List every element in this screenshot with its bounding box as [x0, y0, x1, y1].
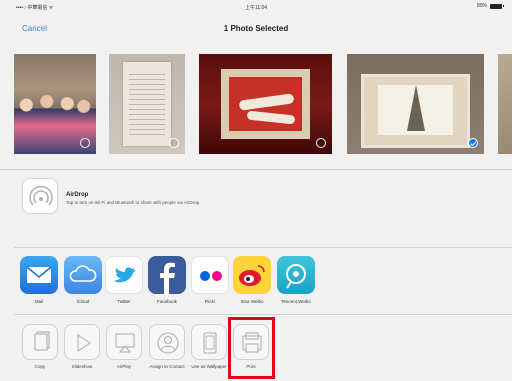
share-flickr[interactable]: Flickr [191, 256, 229, 304]
app-label: Facebook [157, 299, 177, 304]
nav-bar: Cancel 1 Photo Selected [0, 14, 512, 44]
icloud-icon[interactable] [64, 256, 102, 294]
share-sheet: ••••○ 中華電信 ᯤ 上午11:04 80% Cancel 1 Photo … [0, 0, 512, 381]
app-label: Mail [34, 299, 44, 304]
status-bar: ••••○ 中華電信 ᯤ 上午11:04 80% [0, 0, 512, 14]
mail-icon[interactable] [20, 256, 58, 294]
facebook-icon[interactable] [148, 256, 186, 294]
app-label: Tencent Weibo [281, 299, 311, 304]
share-tencent-weibo[interactable]: Tencent Weibo [277, 256, 315, 304]
painting-figure [246, 110, 296, 125]
page-title: 1 Photo Selected [223, 24, 289, 33]
photo-content [361, 74, 470, 148]
photo-strip[interactable] [0, 44, 512, 170]
sina-weibo-icon[interactable] [233, 256, 271, 294]
tencent-weibo-icon[interactable] [277, 256, 315, 294]
share-icloud[interactable]: iCloud [64, 256, 102, 304]
airplay-action[interactable]: AirPlay [105, 324, 143, 370]
wallpaper-icon[interactable] [191, 324, 227, 360]
twitter-icon[interactable] [105, 256, 143, 294]
app-label: iCloud [76, 299, 90, 304]
airdrop-description: Tap to turn on Wi-Fi and Bluetooth to sh… [66, 200, 201, 205]
action-label: Use as Wallpaper [191, 364, 227, 369]
assign-to-contact-action[interactable]: Assign to Contact [148, 324, 186, 370]
document-text-lines [129, 74, 165, 136]
photo-content [221, 69, 310, 139]
use-as-wallpaper-action[interactable]: Use as Wallpaper [190, 324, 228, 370]
airdrop-icon[interactable] [22, 178, 58, 214]
painting [229, 77, 302, 131]
status-time: 上午11:04 [244, 5, 268, 11]
share-apps-row: Mail iCloud Twitter Facebook Flickr Sina… [14, 249, 512, 315]
photo-content [123, 62, 171, 146]
share-mail[interactable]: Mail [20, 256, 58, 304]
app-label: Sina Weibo [240, 299, 264, 304]
selected-checkmark-icon[interactable] [468, 138, 478, 148]
selection-circle[interactable] [169, 138, 179, 148]
action-label: Copy [34, 364, 46, 369]
contact-icon[interactable] [149, 324, 185, 360]
airplay-icon[interactable] [106, 324, 142, 360]
selection-circle[interactable] [80, 138, 90, 148]
app-label: Twitter [117, 299, 131, 304]
share-sina-weibo[interactable]: Sina Weibo [233, 256, 271, 304]
copy-action[interactable]: Copy [21, 324, 59, 370]
action-label: AirPlay [116, 364, 132, 369]
eiffel-tower-shape [406, 85, 425, 131]
photo-thumbnail[interactable] [14, 54, 96, 154]
battery-status: 80% [476, 3, 504, 9]
action-label: Assign to Contact [149, 364, 185, 369]
action-label: Slideshow [71, 364, 93, 369]
slideshow-action[interactable]: Slideshow [63, 324, 101, 370]
airdrop-section[interactable]: AirDrop Tap to turn on Wi-Fi and Bluetoo… [14, 170, 512, 248]
flickr-icon[interactable] [191, 256, 229, 294]
eiffel-print [378, 85, 453, 135]
selection-circle[interactable] [316, 138, 326, 148]
copy-icon[interactable] [22, 324, 58, 360]
photo-thumbnail[interactable] [199, 54, 332, 154]
share-twitter[interactable]: Twitter [105, 256, 143, 304]
app-label: Flickr [204, 299, 216, 304]
share-facebook[interactable]: Facebook [148, 256, 186, 304]
play-icon[interactable] [64, 324, 100, 360]
photo-thumbnail[interactable] [109, 54, 185, 154]
battery-icon [490, 3, 504, 9]
airdrop-title: AirDrop [66, 192, 89, 198]
painting-figure [238, 93, 295, 111]
battery-percent: 80% [476, 3, 487, 9]
photo-thumbnail[interactable] [498, 54, 512, 154]
photo-thumbnail-selected[interactable] [347, 54, 484, 154]
print-highlight-box [228, 317, 275, 379]
